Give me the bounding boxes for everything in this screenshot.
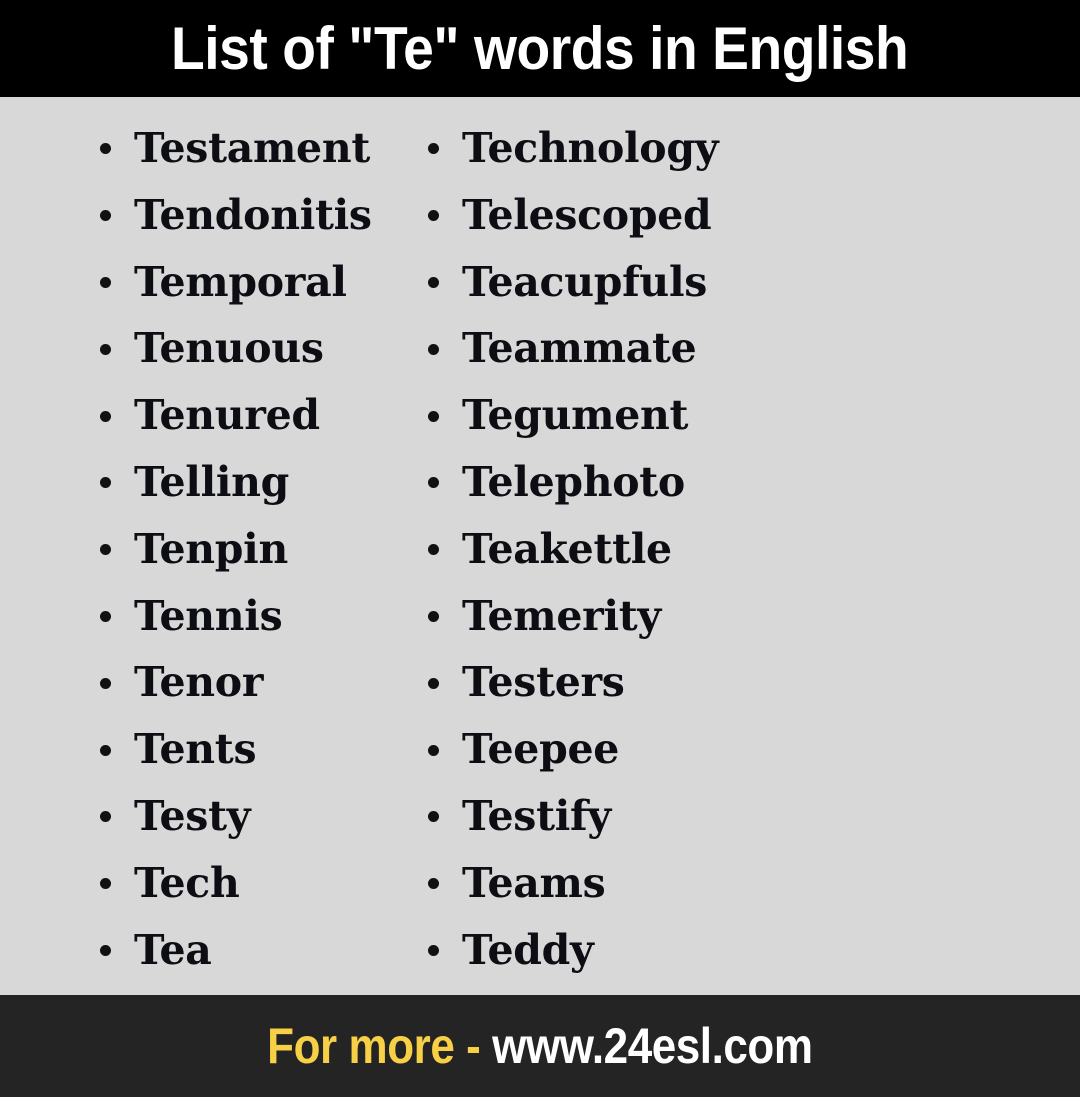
page-title: List of "Te" words in English (171, 14, 909, 82)
word-columns: Testament Tendonitis Temporal Tenuous Te… (0, 115, 1080, 995)
word-list-body: Testament Tendonitis Temporal Tenuous Te… (0, 97, 1080, 995)
footer-credit: For more - www.24esl.com (267, 1018, 813, 1074)
word-list-poster: List of "Te" words in English Testament … (0, 0, 1080, 1097)
word-column-2: Technology Telescoped Teacupfuls Teammat… (30, 115, 719, 983)
footer-website-url: www.24esl.com (492, 1018, 813, 1074)
word-column-3: Texturally Tectonics Template Tetragon T… (393, 115, 1080, 983)
footer-prefix-label: For more - (267, 1018, 481, 1074)
header-bar: List of "Te" words in English (0, 0, 1080, 97)
footer-bar: For more - www.24esl.com (0, 995, 1080, 1097)
